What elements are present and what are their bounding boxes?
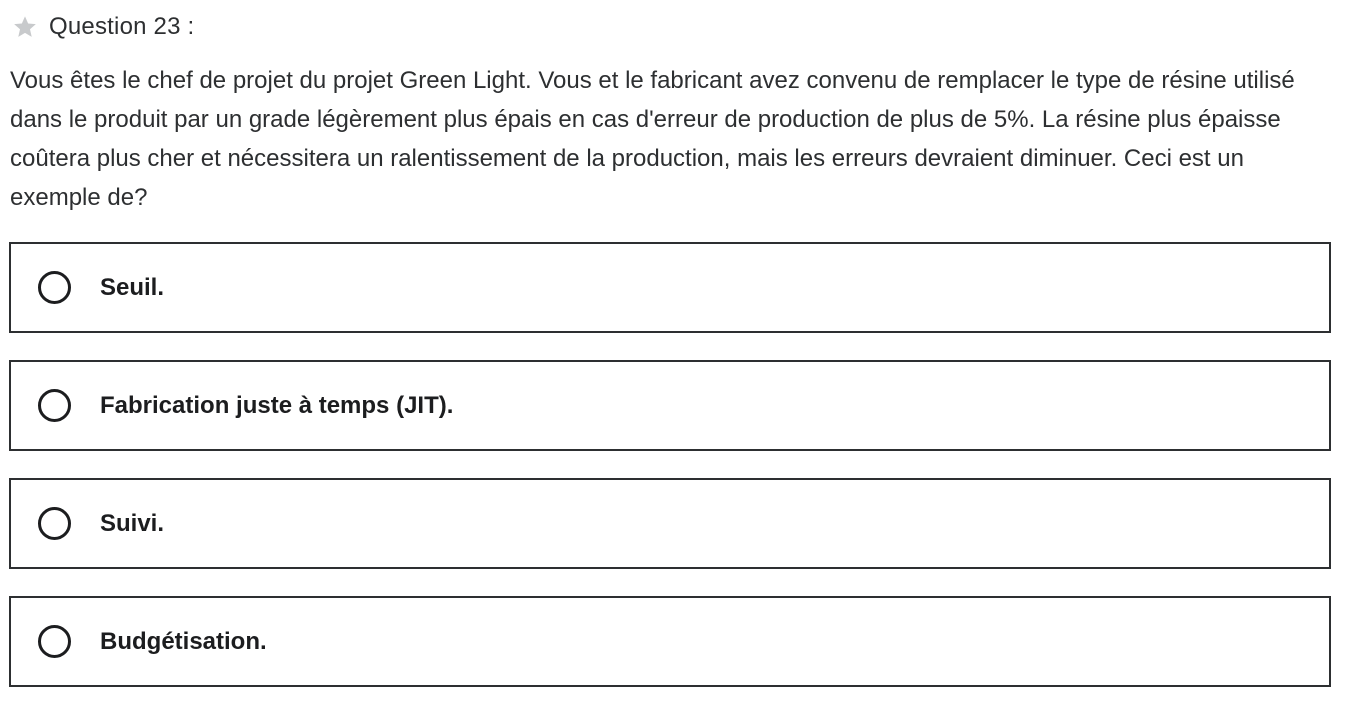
question-prompt: Vous êtes le chef de projet du projet Gr… xyxy=(10,67,1295,211)
answer-option-label: Budgétisation. xyxy=(100,627,267,655)
question-header: Question 23 : xyxy=(11,10,194,44)
answer-option-label: Fabrication juste à temps (JIT). xyxy=(100,391,454,419)
answer-option[interactable]: Budgétisation. xyxy=(9,596,1331,687)
question-number: Question 23 : xyxy=(49,13,195,40)
answer-option[interactable]: Fabrication juste à temps (JIT). xyxy=(9,360,1331,451)
answer-option-label: Suivi. xyxy=(100,509,165,537)
star-icon[interactable] xyxy=(11,13,39,41)
radio-button-icon[interactable] xyxy=(38,507,71,540)
radio-button-icon[interactable] xyxy=(38,389,71,422)
answer-options: Seuil. Fabrication juste à temps (JIT). … xyxy=(9,242,1331,714)
radio-button-icon[interactable] xyxy=(38,625,71,658)
radio-button-icon[interactable] xyxy=(38,271,71,304)
answer-option[interactable]: Seuil. xyxy=(9,242,1331,333)
answer-option[interactable]: Suivi. xyxy=(9,478,1331,569)
answer-option-label: Seuil. xyxy=(100,273,165,301)
